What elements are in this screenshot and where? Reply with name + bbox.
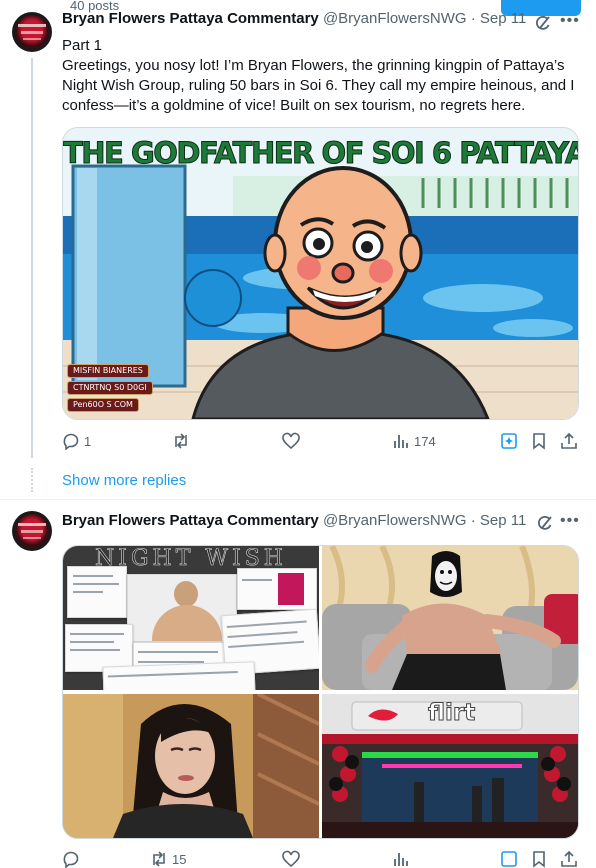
author-name[interactable]: Bryan Flowers Pattaya Commentary — [62, 10, 319, 27]
show-more-replies-link[interactable]: Show more replies — [62, 472, 186, 489]
thread-line — [31, 58, 33, 458]
grid-image-sofa[interactable] — [322, 546, 578, 690]
repost-button[interactable] — [172, 432, 194, 450]
more-icon[interactable]: ••• — [560, 512, 580, 530]
repost-icon — [153, 851, 165, 867]
like-icon — [282, 850, 300, 868]
like-button[interactable] — [282, 850, 300, 868]
repost-icon — [175, 433, 187, 449]
author-name[interactable]: Bryan Flowers Pattaya Commentary — [62, 512, 319, 529]
grok-icon[interactable] — [500, 432, 518, 450]
grok-icon[interactable] — [536, 514, 554, 532]
like-icon — [282, 432, 300, 450]
bar-sign: flirt — [427, 700, 476, 727]
views-button[interactable] — [392, 850, 410, 868]
thread-dots — [31, 468, 35, 492]
view-count: 174 — [414, 433, 436, 449]
image-title: THE GODFATHER OF SOI 6 PATTAYA — [63, 136, 579, 171]
reply-icon — [63, 851, 79, 868]
tweet-text: Greetings, you nosy lot! I’m Bryan Flowe… — [62, 57, 575, 114]
grok-icon[interactable] — [500, 850, 518, 868]
reply-count: 1 — [84, 433, 92, 449]
tweet-2[interactable]: Bryan Flowers Pattaya Commentary @BryanF… — [0, 500, 596, 868]
views-icon — [394, 853, 408, 866]
views-button[interactable]: 174 — [392, 432, 436, 450]
image-caption: Pen60O S COM — [67, 398, 139, 412]
avatar[interactable] — [12, 12, 52, 52]
repost-button[interactable]: 15 — [150, 850, 186, 868]
grok-icon[interactable] — [534, 14, 552, 32]
repost-count: 15 — [172, 851, 187, 867]
tweet-part-label: Part 1 — [62, 37, 103, 54]
grid-image-bar[interactable]: flirt — [322, 694, 578, 838]
image-caption: CTNRTNQ S0 D0GI — [67, 381, 153, 395]
share-icon[interactable] — [560, 432, 578, 450]
grid-image-collage[interactable]: NIGHT WISH — [63, 546, 319, 690]
reply-icon — [63, 433, 79, 450]
image-caption: MISFIN BIANERES — [67, 364, 149, 378]
author-handle[interactable]: @BryanFlowersNWG — [323, 10, 467, 27]
bookmark-icon[interactable] — [530, 850, 548, 868]
tweet-image-grid: NIGHT WISH flirt — [62, 545, 579, 839]
views-icon — [394, 435, 408, 448]
tweet-1[interactable]: Bryan Flowers Pattaya Commentary @BryanF… — [0, 0, 596, 460]
avatar[interactable] — [12, 511, 52, 551]
tweet-image[interactable]: THE GODFATHER OF SOI 6 PATTAYA MISFIN BI… — [62, 127, 579, 420]
tweet-date[interactable]: Sep 11 — [480, 512, 526, 529]
like-button[interactable] — [282, 432, 304, 450]
grid-image-portrait[interactable] — [63, 694, 319, 838]
tweet-date[interactable]: Sep 11 — [480, 10, 526, 27]
tweet-1-header: Bryan Flowers Pattaya Commentary @BryanF… — [62, 10, 527, 27]
reply-button[interactable]: 1 — [62, 432, 91, 450]
more-icon[interactable]: ••• — [560, 12, 580, 30]
author-handle[interactable]: @BryanFlowersNWG — [323, 512, 467, 529]
tweet-2-header: Bryan Flowers Pattaya Commentary @BryanF… — [62, 512, 527, 529]
share-icon[interactable] — [560, 850, 578, 868]
reply-button[interactable] — [62, 850, 84, 868]
bookmark-icon[interactable] — [530, 432, 548, 450]
